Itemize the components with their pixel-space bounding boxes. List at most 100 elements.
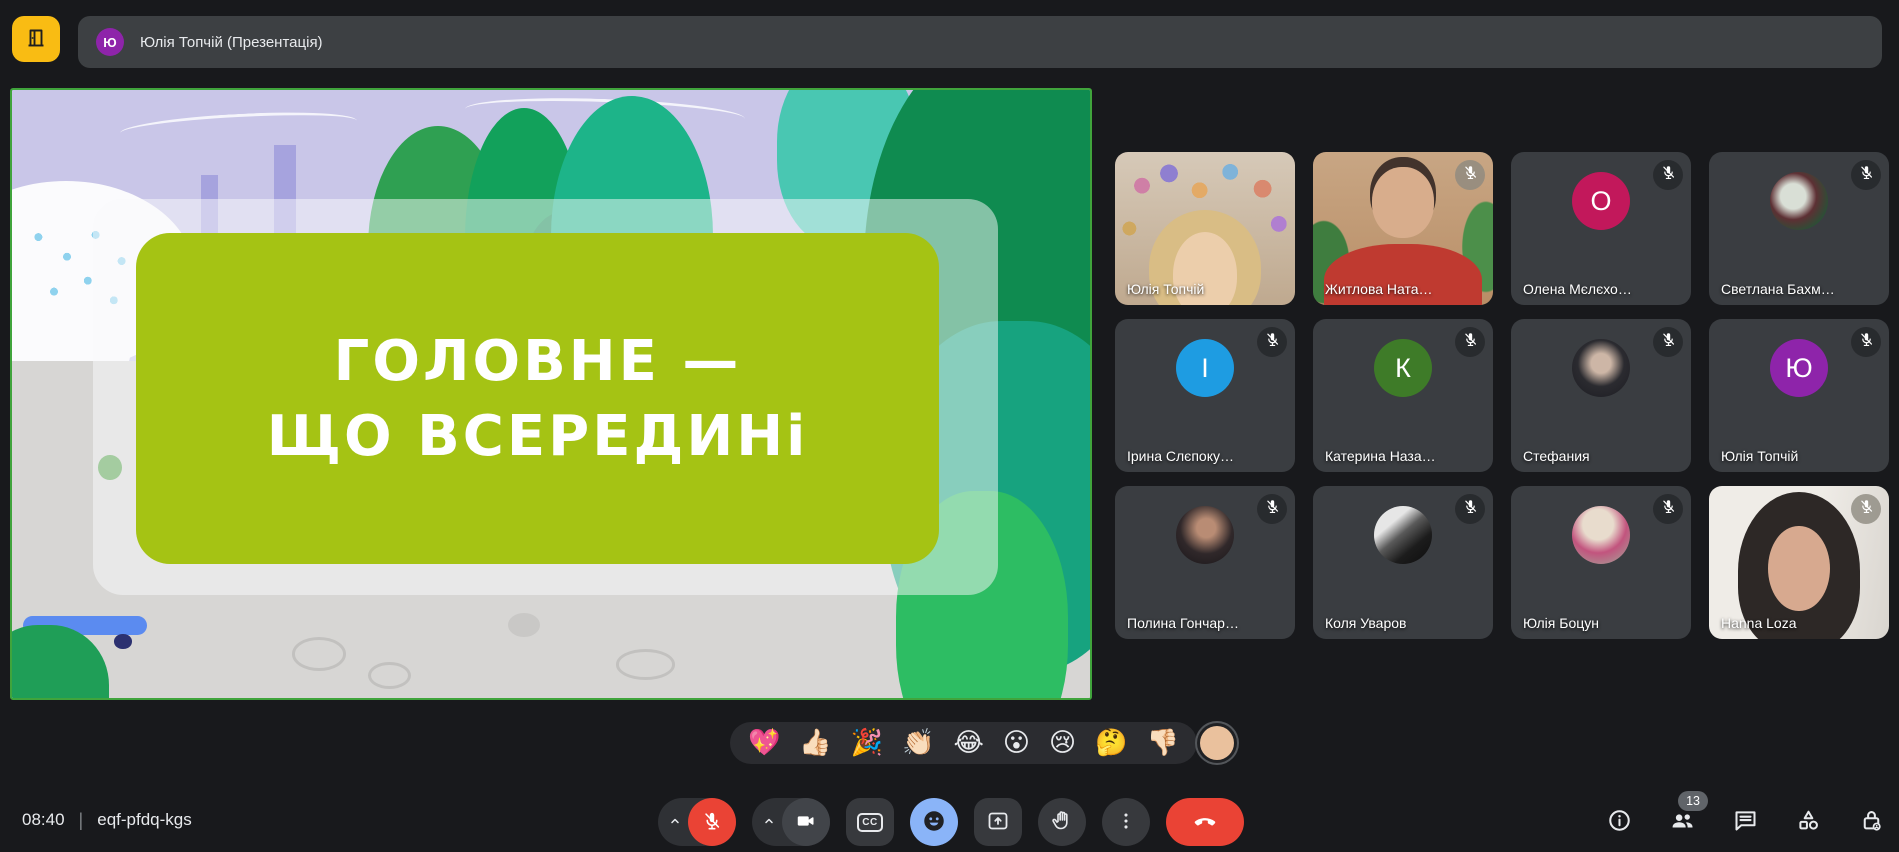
- meeting-code: eqf-pfdq-kgs: [97, 810, 192, 830]
- cc-icon: CC: [857, 813, 883, 832]
- status-bar: 08:40 | eqf-pfdq-kgs: [22, 788, 192, 852]
- reaction-emoji-button[interactable]: 😂: [954, 730, 984, 756]
- participants-count-badge: 13: [1678, 791, 1708, 811]
- reaction-emoji-button[interactable]: 👏🏻: [902, 730, 934, 756]
- reaction-emoji-button[interactable]: 😢: [1049, 730, 1076, 756]
- captions-button[interactable]: CC: [846, 798, 894, 846]
- slide-title-line1: ГОЛОВНЕ —: [334, 329, 742, 394]
- shared-presentation: ГОЛОВНЕ — ЩО ВСЕРЕДИНі: [12, 90, 1090, 698]
- chevron-up-icon: [666, 812, 684, 833]
- call-end-icon: [1191, 807, 1219, 838]
- slide-title-line2: ЩО ВСЕРЕДИНі: [267, 404, 808, 469]
- reaction-emoji-button[interactable]: 💖: [748, 730, 780, 756]
- participant-name: Юлія Топчій: [1127, 281, 1204, 297]
- slide-artwork: [368, 662, 411, 689]
- participant-tile[interactable]: Стефания: [1511, 319, 1691, 472]
- smiley-icon: [921, 808, 947, 837]
- slide-artwork: [119, 108, 357, 146]
- mic-off-icon: [1462, 331, 1479, 353]
- more-vert-icon: [1115, 810, 1137, 835]
- mic-options-chevron[interactable]: [662, 798, 688, 846]
- participants-grid: Юлія Топчій Житлова Ната… О: [1115, 152, 1889, 639]
- chat-button[interactable]: [1732, 807, 1759, 834]
- mic-off-icon: [1858, 164, 1875, 186]
- host-controls-icon: [1858, 822, 1885, 837]
- participant-tile[interactable]: Ю Юлія Топчій: [1709, 319, 1889, 472]
- reaction-emoji-button[interactable]: 👎🏻: [1146, 730, 1178, 756]
- activities-button[interactable]: [1795, 807, 1822, 834]
- participant-photo-avatar: [1374, 506, 1432, 564]
- present-icon: [986, 809, 1010, 836]
- leave-call-button[interactable]: [1166, 798, 1244, 846]
- participant-name: Юлія Топчій: [1721, 448, 1798, 464]
- participant-name: Полина Гончар…: [1127, 615, 1239, 631]
- show-participants-button[interactable]: 13: [1669, 807, 1696, 834]
- clock-time: 08:40: [22, 810, 65, 830]
- mic-off-icon: [1858, 498, 1875, 520]
- mic-off-icon: [1660, 331, 1677, 353]
- mic-muted-badge: [1455, 494, 1485, 524]
- participant-tile[interactable]: Житлова Ната…: [1313, 152, 1493, 305]
- pinned-presenter-bar[interactable]: Ю Юлія Топчій (Презентація): [78, 16, 1882, 68]
- videocam-icon: [795, 810, 817, 835]
- mic-muted-badge: [1851, 494, 1881, 524]
- participant-tile[interactable]: О Олена Мєлєхо…: [1511, 152, 1691, 305]
- camera-toggle-button[interactable]: [782, 798, 830, 846]
- more-options-button[interactable]: [1102, 798, 1150, 846]
- slide-artwork: [616, 649, 675, 679]
- mic-off-icon: [1264, 331, 1281, 353]
- slide-artwork: [114, 634, 131, 649]
- mic-toggle-button[interactable]: [688, 798, 736, 846]
- reactions-toggle-button[interactable]: [910, 798, 958, 846]
- mic-muted-badge: [1653, 327, 1683, 357]
- mic-muted-badge: [1653, 494, 1683, 524]
- hand-icon: [1050, 809, 1074, 836]
- camera-control-group: [752, 798, 830, 846]
- google-meet-window: { "colors": { "app_bg": "#18191c", "top_…: [0, 0, 1899, 852]
- reaction-emoji-button[interactable]: 👍🏻: [799, 730, 831, 756]
- meeting-details-button[interactable]: [1606, 807, 1633, 834]
- present-screen-button[interactable]: [974, 798, 1022, 846]
- mic-off-icon: [701, 810, 723, 835]
- camera-options-chevron[interactable]: [756, 798, 782, 846]
- participant-tile[interactable]: Полина Гончар…: [1115, 486, 1295, 639]
- participant-tile[interactable]: Hanna Loza: [1709, 486, 1889, 639]
- chevron-up-icon: [760, 812, 778, 833]
- host-controls-button[interactable]: [1858, 807, 1885, 834]
- mic-muted-badge: [1257, 327, 1287, 357]
- participant-name: Ірина Слєпоку…: [1127, 448, 1234, 464]
- participant-photo-avatar: [1176, 506, 1234, 564]
- reaction-emoji-button[interactable]: 🎉: [851, 730, 883, 756]
- participant-name: Юлія Боцун: [1523, 615, 1599, 631]
- mic-control-group: [658, 798, 736, 846]
- participant-name: Житлова Ната…: [1325, 281, 1433, 297]
- participant-photo-avatar: [1572, 339, 1630, 397]
- mic-muted-badge: [1257, 494, 1287, 524]
- mic-muted-badge: [1851, 327, 1881, 357]
- mic-off-icon: [1264, 498, 1281, 520]
- participant-name: Светлана Бахм…: [1721, 281, 1835, 297]
- participant-letter-avatar: О: [1572, 172, 1630, 230]
- mic-muted-badge: [1455, 160, 1485, 190]
- participant-tile[interactable]: Юлія Боцун: [1511, 486, 1691, 639]
- participant-name: Олена Мєлєхо…: [1523, 281, 1632, 297]
- status-divider: |: [79, 810, 84, 831]
- participant-tile[interactable]: Коля Уваров: [1313, 486, 1493, 639]
- reaction-emoji-button[interactable]: 🤔: [1095, 730, 1127, 756]
- raise-hand-button[interactable]: [1038, 798, 1086, 846]
- presenter-avatar: Ю: [96, 28, 124, 56]
- participant-photo-avatar: [1572, 506, 1630, 564]
- info-icon: [1606, 822, 1633, 837]
- slide-title-card: ГОЛОВНЕ — ЩО ВСЕРЕДИНі: [136, 233, 939, 564]
- participant-tile[interactable]: І Ірина Слєпоку…: [1115, 319, 1295, 472]
- mic-muted-badge: [1653, 160, 1683, 190]
- presenter-label: Юлія Топчій (Презентація): [140, 34, 323, 51]
- meeting-home-button[interactable]: [12, 16, 60, 62]
- participant-tile[interactable]: Юлія Топчій: [1115, 152, 1295, 305]
- participant-name: Стефания: [1523, 448, 1590, 464]
- reaction-emoji-button[interactable]: 😮: [1003, 730, 1030, 756]
- participant-tile[interactable]: Светлана Бахм…: [1709, 152, 1889, 305]
- participant-tile[interactable]: К Катерина Наза…: [1313, 319, 1493, 472]
- skin-tone-selector[interactable]: [1200, 726, 1234, 760]
- presentation-stage[interactable]: ГОЛОВНЕ — ЩО ВСЕРЕДИНі: [10, 88, 1092, 700]
